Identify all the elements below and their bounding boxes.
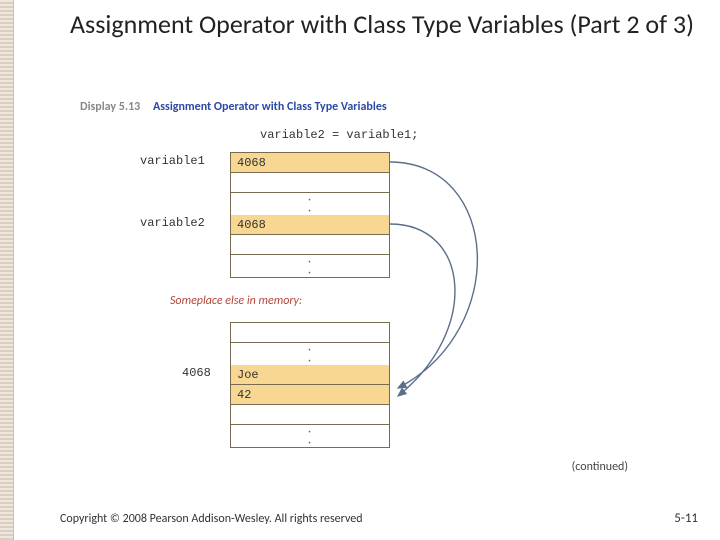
empty-cell xyxy=(231,173,389,193)
slide: Assignment Operator with Class Type Vari… xyxy=(0,0,720,540)
continued-label: (continued) xyxy=(572,460,628,474)
empty-cell xyxy=(231,323,389,343)
variable1-label: variable1 xyxy=(140,154,205,168)
heap-memory-block: ·· Joe 42 ·· xyxy=(230,322,390,448)
page-number: 5-11 xyxy=(674,511,698,526)
ellipsis-icon: ·· xyxy=(231,425,389,447)
code-statement: variable2 = variable1; xyxy=(260,128,418,142)
variable1-cell: 4068 xyxy=(231,153,389,173)
figure: Display 5.13 Assignment Operator with Cl… xyxy=(80,100,640,480)
heap-address-label: 4068 xyxy=(182,366,211,380)
someplace-label: Someplace else in memory: xyxy=(170,294,302,308)
ellipsis-icon: ·· xyxy=(231,255,389,277)
ellipsis-icon: ·· xyxy=(231,193,389,215)
empty-cell xyxy=(231,405,389,425)
binding-edge xyxy=(0,0,14,540)
variable2-cell: 4068 xyxy=(231,215,389,235)
object-name-cell: Joe xyxy=(231,365,389,385)
empty-cell xyxy=(231,235,389,255)
stack-memory-block: 4068 ·· 4068 ·· xyxy=(230,152,390,278)
copyright-text: Copyright © 2008 Pearson Addison-Wesley.… xyxy=(60,512,363,526)
slide-title: Assignment Operator with Class Type Vari… xyxy=(52,10,712,40)
figure-caption: Display 5.13 Assignment Operator with Cl… xyxy=(80,100,640,114)
ellipsis-icon: ·· xyxy=(231,343,389,365)
variable2-label: variable2 xyxy=(140,216,205,230)
caption-text: Assignment Operator with Class Type Vari… xyxy=(153,100,387,114)
object-age-cell: 42 xyxy=(231,385,389,405)
display-number: Display 5.13 xyxy=(80,100,140,114)
